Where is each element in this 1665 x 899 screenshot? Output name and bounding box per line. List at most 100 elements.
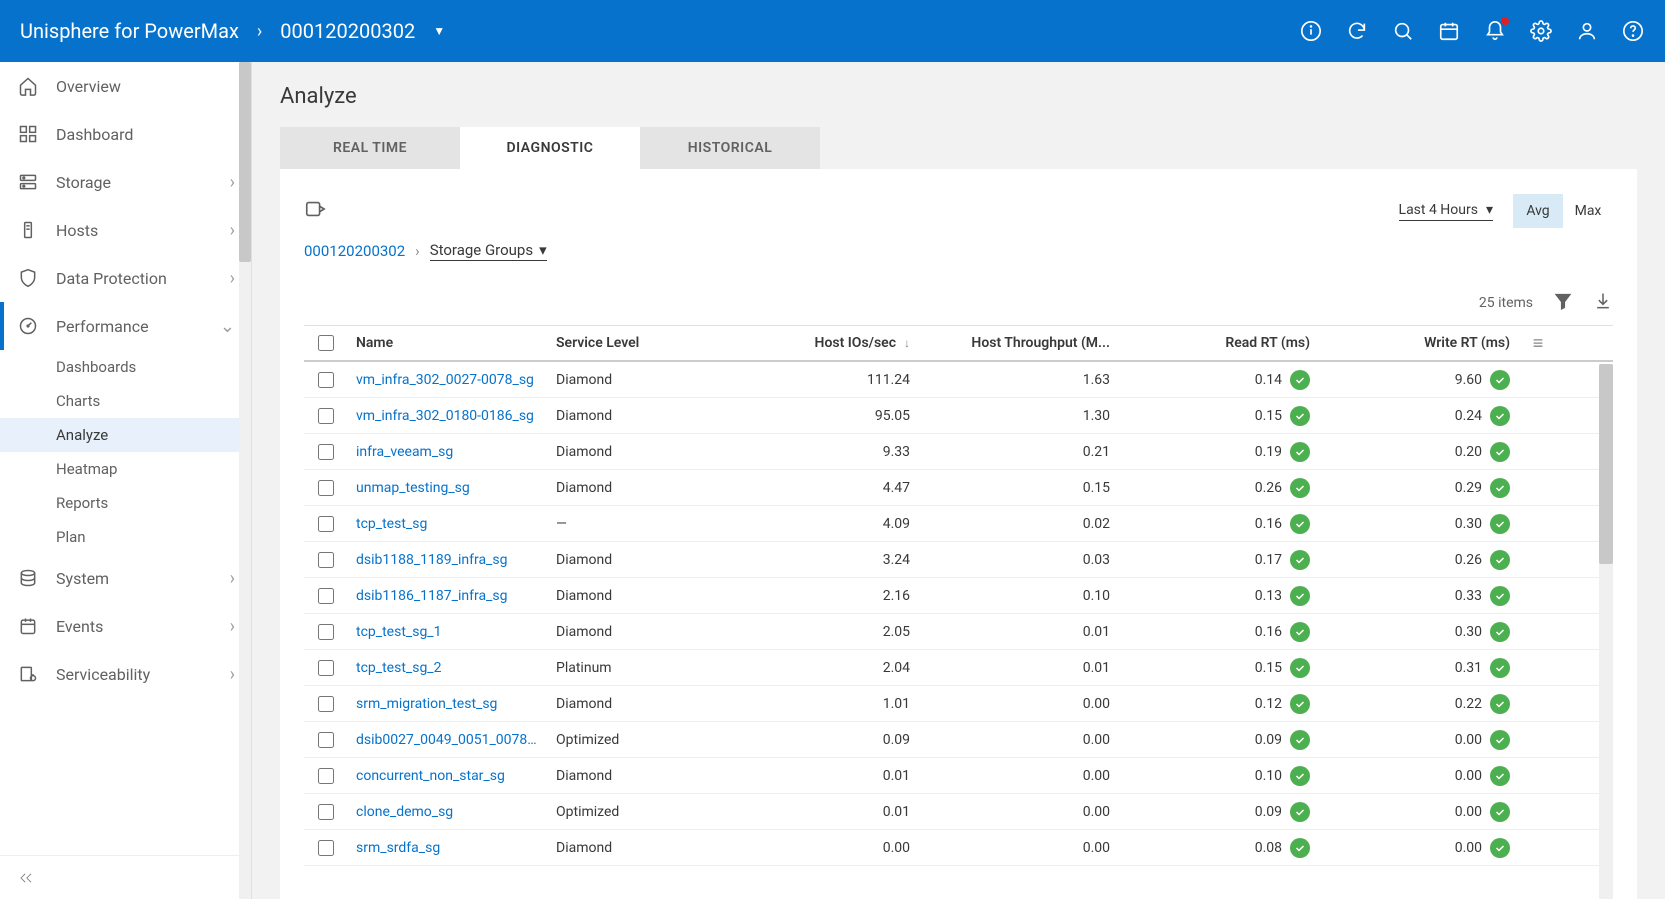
row-checkbox[interactable] <box>318 552 334 568</box>
nav-serviceability[interactable]: Serviceability› <box>0 650 251 698</box>
col-service-level[interactable]: Service Level <box>548 329 718 357</box>
help-icon[interactable] <box>1621 19 1645 43</box>
throughput-value: 0.10 <box>918 582 1118 610</box>
nav-performance[interactable]: Performance⌄ <box>0 302 251 350</box>
item-count: 25 items <box>1479 295 1533 311</box>
storage-group-link[interactable]: vm_infra_302_0027-0078_sg <box>356 372 534 388</box>
col-throughput[interactable]: Host Throughput (M... <box>918 329 1118 357</box>
row-checkbox[interactable] <box>318 768 334 784</box>
storage-group-link[interactable]: dsib1186_1187_infra_sg <box>356 588 507 604</box>
chevron-right-icon: › <box>230 568 235 589</box>
storage-group-link[interactable]: dsib0027_0049_0051_0078_gk_ <box>356 732 540 748</box>
breadcrumb-category-selector[interactable]: Storage Groups ▾ <box>430 241 547 261</box>
export-icon[interactable] <box>304 198 326 224</box>
refresh-icon[interactable] <box>1345 19 1369 43</box>
storage-group-link[interactable]: tcp_test_sg <box>356 516 427 532</box>
service-level-value: Diamond <box>548 834 718 862</box>
tab-historical[interactable]: HISTORICAL <box>640 127 820 169</box>
write-rt-value: 0.00 <box>1455 768 1482 784</box>
col-write-rt[interactable]: Write RT (ms) <box>1318 329 1518 357</box>
nav-sub-dashboards[interactable]: Dashboards <box>0 350 251 384</box>
bell-icon[interactable] <box>1483 19 1507 43</box>
nav-sub-plan[interactable]: Plan <box>0 520 251 554</box>
read-rt-value: 0.14 <box>1255 372 1282 388</box>
status-ok-icon <box>1290 550 1310 570</box>
nav-events[interactable]: Events› <box>0 602 251 650</box>
throughput-value: 0.00 <box>918 726 1118 754</box>
row-checkbox[interactable] <box>318 444 334 460</box>
table-row: vm_infra_302_0027-0078_sgDiamond111.241.… <box>304 362 1613 398</box>
row-checkbox[interactable] <box>318 516 334 532</box>
table-scrollbar-thumb[interactable] <box>1599 364 1613 564</box>
breadcrumb-system-link[interactable]: 000120200302 <box>304 242 405 260</box>
nav-storage[interactable]: Storage› <box>0 158 251 206</box>
max-toggle[interactable]: Max <box>1563 194 1613 228</box>
time-range-selector[interactable]: Last 4 Hours ▾ <box>1399 202 1493 221</box>
search-icon[interactable] <box>1391 19 1415 43</box>
user-icon[interactable] <box>1575 19 1599 43</box>
table-row: tcp_test_sg—4.090.020.160.30 <box>304 506 1613 542</box>
storage-group-link[interactable]: vm_infra_302_0180-0186_sg <box>356 408 534 424</box>
system-id-selector[interactable]: 000120200302 <box>280 19 415 43</box>
row-checkbox[interactable] <box>318 588 334 604</box>
storage-group-link[interactable]: tcp_test_sg_2 <box>356 660 441 676</box>
caret-down-icon[interactable]: ▼ <box>433 24 445 38</box>
nav-sub-reports[interactable]: Reports <box>0 486 251 520</box>
column-menu-icon[interactable]: ≡ <box>1533 333 1544 354</box>
service-level-value: Diamond <box>548 618 718 646</box>
avg-toggle[interactable]: Avg <box>1513 194 1563 228</box>
page-title: Analyze <box>280 84 1637 109</box>
storage-group-link[interactable]: srm_srdfa_sg <box>356 840 440 856</box>
write-rt-value: 0.00 <box>1455 732 1482 748</box>
col-read-rt[interactable]: Read RT (ms) <box>1118 329 1318 357</box>
storage-group-link[interactable]: tcp_test_sg_1 <box>356 624 441 640</box>
nav-sub-charts[interactable]: Charts <box>0 384 251 418</box>
status-ok-icon <box>1490 766 1510 786</box>
storage-group-link[interactable]: infra_veeam_sg <box>356 444 453 460</box>
read-rt-value: 0.17 <box>1255 552 1282 568</box>
select-all-checkbox[interactable] <box>318 335 334 351</box>
col-name[interactable]: Name <box>348 329 548 357</box>
status-ok-icon <box>1290 658 1310 678</box>
storage-group-link[interactable]: srm_migration_test_sg <box>356 696 497 712</box>
storage-group-link[interactable]: concurrent_non_star_sg <box>356 768 505 784</box>
status-ok-icon <box>1490 550 1510 570</box>
storage-group-link[interactable]: clone_demo_sg <box>356 804 453 820</box>
host-ios-value: 0.09 <box>718 726 918 754</box>
row-checkbox[interactable] <box>318 696 334 712</box>
row-checkbox[interactable] <box>318 660 334 676</box>
gear-icon[interactable] <box>1529 19 1553 43</box>
storage-group-link[interactable]: dsib1188_1189_infra_sg <box>356 552 507 568</box>
nav-overview[interactable]: Overview <box>0 62 251 110</box>
row-checkbox[interactable] <box>318 732 334 748</box>
row-checkbox[interactable] <box>318 408 334 424</box>
nav-sub-analyze[interactable]: Analyze <box>0 418 251 452</box>
tab-diagnostic[interactable]: DIAGNOSTIC <box>460 127 640 169</box>
breadcrumb: 000120200302 › Storage Groups ▾ <box>304 241 1613 261</box>
nav-sub-heatmap[interactable]: Heatmap <box>0 452 251 486</box>
download-icon[interactable] <box>1593 291 1613 315</box>
tab-real-time[interactable]: REAL TIME <box>280 127 460 169</box>
nav-hosts[interactable]: Hosts› <box>0 206 251 254</box>
row-checkbox[interactable] <box>318 480 334 496</box>
row-checkbox[interactable] <box>318 840 334 856</box>
nav-data-protection[interactable]: Data Protection› <box>0 254 251 302</box>
status-ok-icon <box>1490 730 1510 750</box>
row-checkbox[interactable] <box>318 372 334 388</box>
storage-group-link[interactable]: unmap_testing_sg <box>356 480 470 496</box>
nav-system[interactable]: System› <box>0 554 251 602</box>
host-ios-value: 9.33 <box>718 438 918 466</box>
top-bar: Unisphere for PowerMax › 000120200302 ▼ <box>0 0 1665 62</box>
collapse-sidebar-button[interactable] <box>0 855 251 899</box>
row-checkbox[interactable] <box>318 804 334 820</box>
throughput-value: 0.01 <box>918 618 1118 646</box>
col-host-ios[interactable]: Host IOs/sec↓ <box>718 329 918 357</box>
nav-dashboard[interactable]: Dashboard <box>0 110 251 158</box>
info-icon[interactable] <box>1299 19 1323 43</box>
chevron-right-icon: › <box>257 21 262 42</box>
table-row: dsib1188_1189_infra_sgDiamond3.240.030.1… <box>304 542 1613 578</box>
row-checkbox[interactable] <box>318 624 334 640</box>
table-row: unmap_testing_sgDiamond4.470.150.260.29 <box>304 470 1613 506</box>
calendar-icon[interactable] <box>1437 19 1461 43</box>
filter-icon[interactable] <box>1553 291 1573 315</box>
